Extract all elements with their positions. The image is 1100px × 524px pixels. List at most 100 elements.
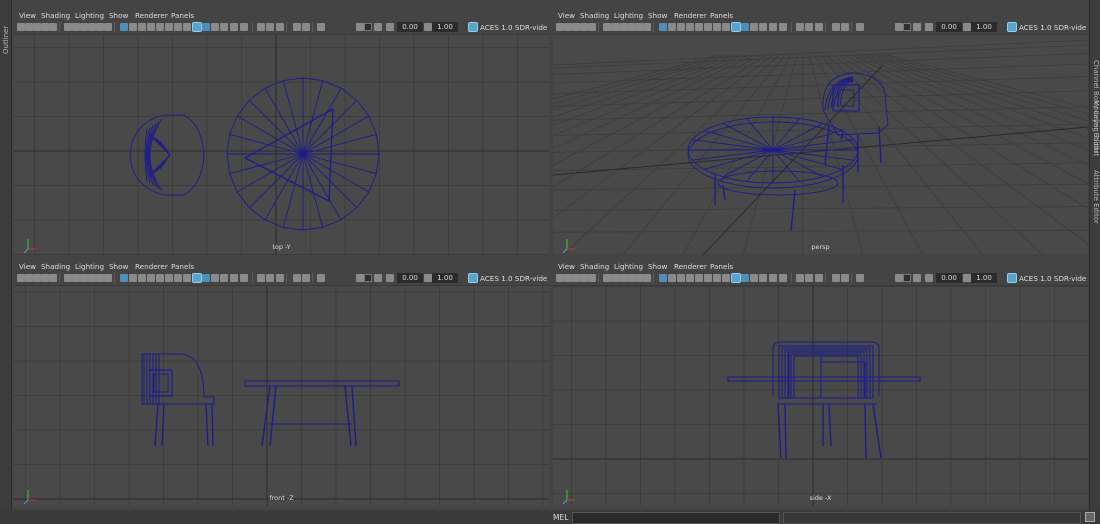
motion-blur-icon[interactable]	[174, 23, 182, 31]
wireframe-on-shaded-icon[interactable]	[192, 22, 202, 32]
2d-pan-icon[interactable]	[832, 274, 840, 282]
light-icon[interactable]	[147, 274, 155, 282]
backface-icon[interactable]	[759, 274, 767, 282]
image-plane-icon[interactable]	[580, 274, 588, 282]
menu-view[interactable]: View	[558, 11, 575, 20]
wireframe-on-shaded-icon[interactable]	[731, 273, 741, 283]
xray-joints-icon[interactable]	[750, 23, 758, 31]
command-input[interactable]	[572, 512, 780, 524]
menu-lighting[interactable]: Lighting	[75, 11, 104, 20]
wireframe-on-shaded-icon[interactable]	[192, 273, 202, 283]
color-management-icon[interactable]	[1007, 22, 1017, 32]
safe-action-icon[interactable]	[96, 23, 104, 31]
gamma-field[interactable]: 1.00	[971, 273, 997, 283]
gamma-icon[interactable]	[424, 23, 432, 31]
film-gate-icon[interactable]	[603, 23, 611, 31]
menu-shading[interactable]: Shading	[580, 262, 609, 271]
resolution-gate-icon[interactable]	[611, 274, 619, 282]
texture-icon[interactable]	[677, 274, 685, 282]
color-space-label[interactable]: ACES 1.0 SDR-video (sRGB	[1019, 22, 1086, 33]
grid-toggle-icon[interactable]	[49, 274, 57, 282]
gamma-icon[interactable]	[895, 23, 903, 31]
color-management-icon[interactable]	[374, 23, 382, 31]
camera-select-icon[interactable]	[25, 23, 33, 31]
grid-toggle-icon[interactable]	[588, 274, 596, 282]
menu-panels[interactable]: Panels	[171, 11, 194, 20]
bookmark-icon[interactable]	[572, 23, 580, 31]
backface-icon[interactable]	[220, 274, 228, 282]
viewport-side[interactable]: View Shading Lighting Show Renderer Pane…	[553, 259, 1088, 506]
resolution-gate-icon[interactable]	[611, 23, 619, 31]
use-lights-icon[interactable]	[815, 23, 823, 31]
swatch-icon[interactable]	[364, 274, 372, 282]
light-icon[interactable]	[686, 23, 694, 31]
wireframe-icon[interactable]	[120, 23, 128, 31]
field-chart-icon[interactable]	[88, 23, 96, 31]
aa-icon[interactable]	[722, 274, 730, 282]
2d-pan-icon[interactable]	[293, 23, 301, 31]
light-icon[interactable]	[147, 23, 155, 31]
all-lights-icon[interactable]	[266, 274, 274, 282]
highlight-icon[interactable]	[779, 274, 787, 282]
menu-show[interactable]: Show	[109, 11, 128, 20]
resolution-gate-icon[interactable]	[72, 274, 80, 282]
viewport-canvas[interactable]: front -Z	[14, 286, 549, 506]
gamma-icon[interactable]	[356, 274, 364, 282]
gamma-icon[interactable]	[963, 23, 971, 31]
outliner-tab[interactable]: Outliner	[0, 0, 12, 510]
color-space-label[interactable]: ACES 1.0 SDR-video (sRGB	[1019, 273, 1086, 284]
gate-mask-icon[interactable]	[80, 23, 88, 31]
viewport-front[interactable]: View Shading Lighting Show Renderer Pane…	[14, 259, 549, 506]
texture-icon[interactable]	[138, 274, 146, 282]
gamma-icon[interactable]	[424, 274, 432, 282]
2d-pan-icon[interactable]	[293, 274, 301, 282]
smooth-shade-icon[interactable]	[668, 23, 676, 31]
menu-renderer[interactable]: Renderer	[674, 262, 707, 271]
viewport-top[interactable]: View Shading Lighting Show Renderer Pane…	[14, 8, 549, 255]
grease-pencil-icon[interactable]	[302, 274, 310, 282]
exposure-field[interactable]: 0.00	[397, 273, 423, 283]
camera-icon[interactable]	[556, 274, 564, 282]
attribute-editor-tab[interactable]: Attribute Editor	[1092, 170, 1100, 224]
film-gate-icon[interactable]	[64, 274, 72, 282]
safe-title-icon[interactable]	[104, 274, 112, 282]
default-light-icon[interactable]	[257, 274, 265, 282]
gamma-icon[interactable]	[963, 274, 971, 282]
exposure-field[interactable]: 0.00	[936, 273, 962, 283]
exposure-icon[interactable]	[317, 23, 325, 31]
menu-shading[interactable]: Shading	[41, 11, 70, 20]
menu-lighting[interactable]: Lighting	[614, 11, 643, 20]
isolate-icon[interactable]	[769, 23, 777, 31]
backface-icon[interactable]	[220, 23, 228, 31]
color-management-icon[interactable]	[374, 274, 382, 282]
default-light-icon[interactable]	[796, 23, 804, 31]
motion-blur-icon[interactable]	[174, 274, 182, 282]
texture-icon[interactable]	[677, 23, 685, 31]
menu-show[interactable]: Show	[648, 11, 667, 20]
highlight-icon[interactable]	[779, 23, 787, 31]
safe-title-icon[interactable]	[104, 23, 112, 31]
grid-toggle-icon[interactable]	[49, 23, 57, 31]
exposure-icon[interactable]	[856, 23, 864, 31]
highlight-icon[interactable]	[240, 23, 248, 31]
aa-icon[interactable]	[722, 23, 730, 31]
menu-panels[interactable]: Panels	[171, 262, 194, 271]
wireframe-icon[interactable]	[659, 23, 667, 31]
shadow-icon[interactable]	[156, 274, 164, 282]
safe-title-icon[interactable]	[643, 23, 651, 31]
wireframe-on-shaded-icon[interactable]	[731, 22, 741, 32]
xray-icon[interactable]	[202, 23, 210, 31]
gamma-field[interactable]: 1.00	[432, 22, 458, 32]
wireframe-icon[interactable]	[120, 274, 128, 282]
safe-action-icon[interactable]	[635, 23, 643, 31]
exposure-icon[interactable]	[386, 23, 394, 31]
film-gate-icon[interactable]	[64, 23, 72, 31]
color-management-icon[interactable]	[468, 273, 478, 283]
gamma-field[interactable]: 1.00	[971, 22, 997, 32]
camera-icon[interactable]	[17, 274, 25, 282]
exposure-icon[interactable]	[386, 274, 394, 282]
color-space-label[interactable]: ACES 1.0 SDR-video (sRGB	[480, 273, 547, 284]
xray-icon[interactable]	[741, 274, 749, 282]
field-chart-icon[interactable]	[627, 274, 635, 282]
all-lights-icon[interactable]	[805, 23, 813, 31]
